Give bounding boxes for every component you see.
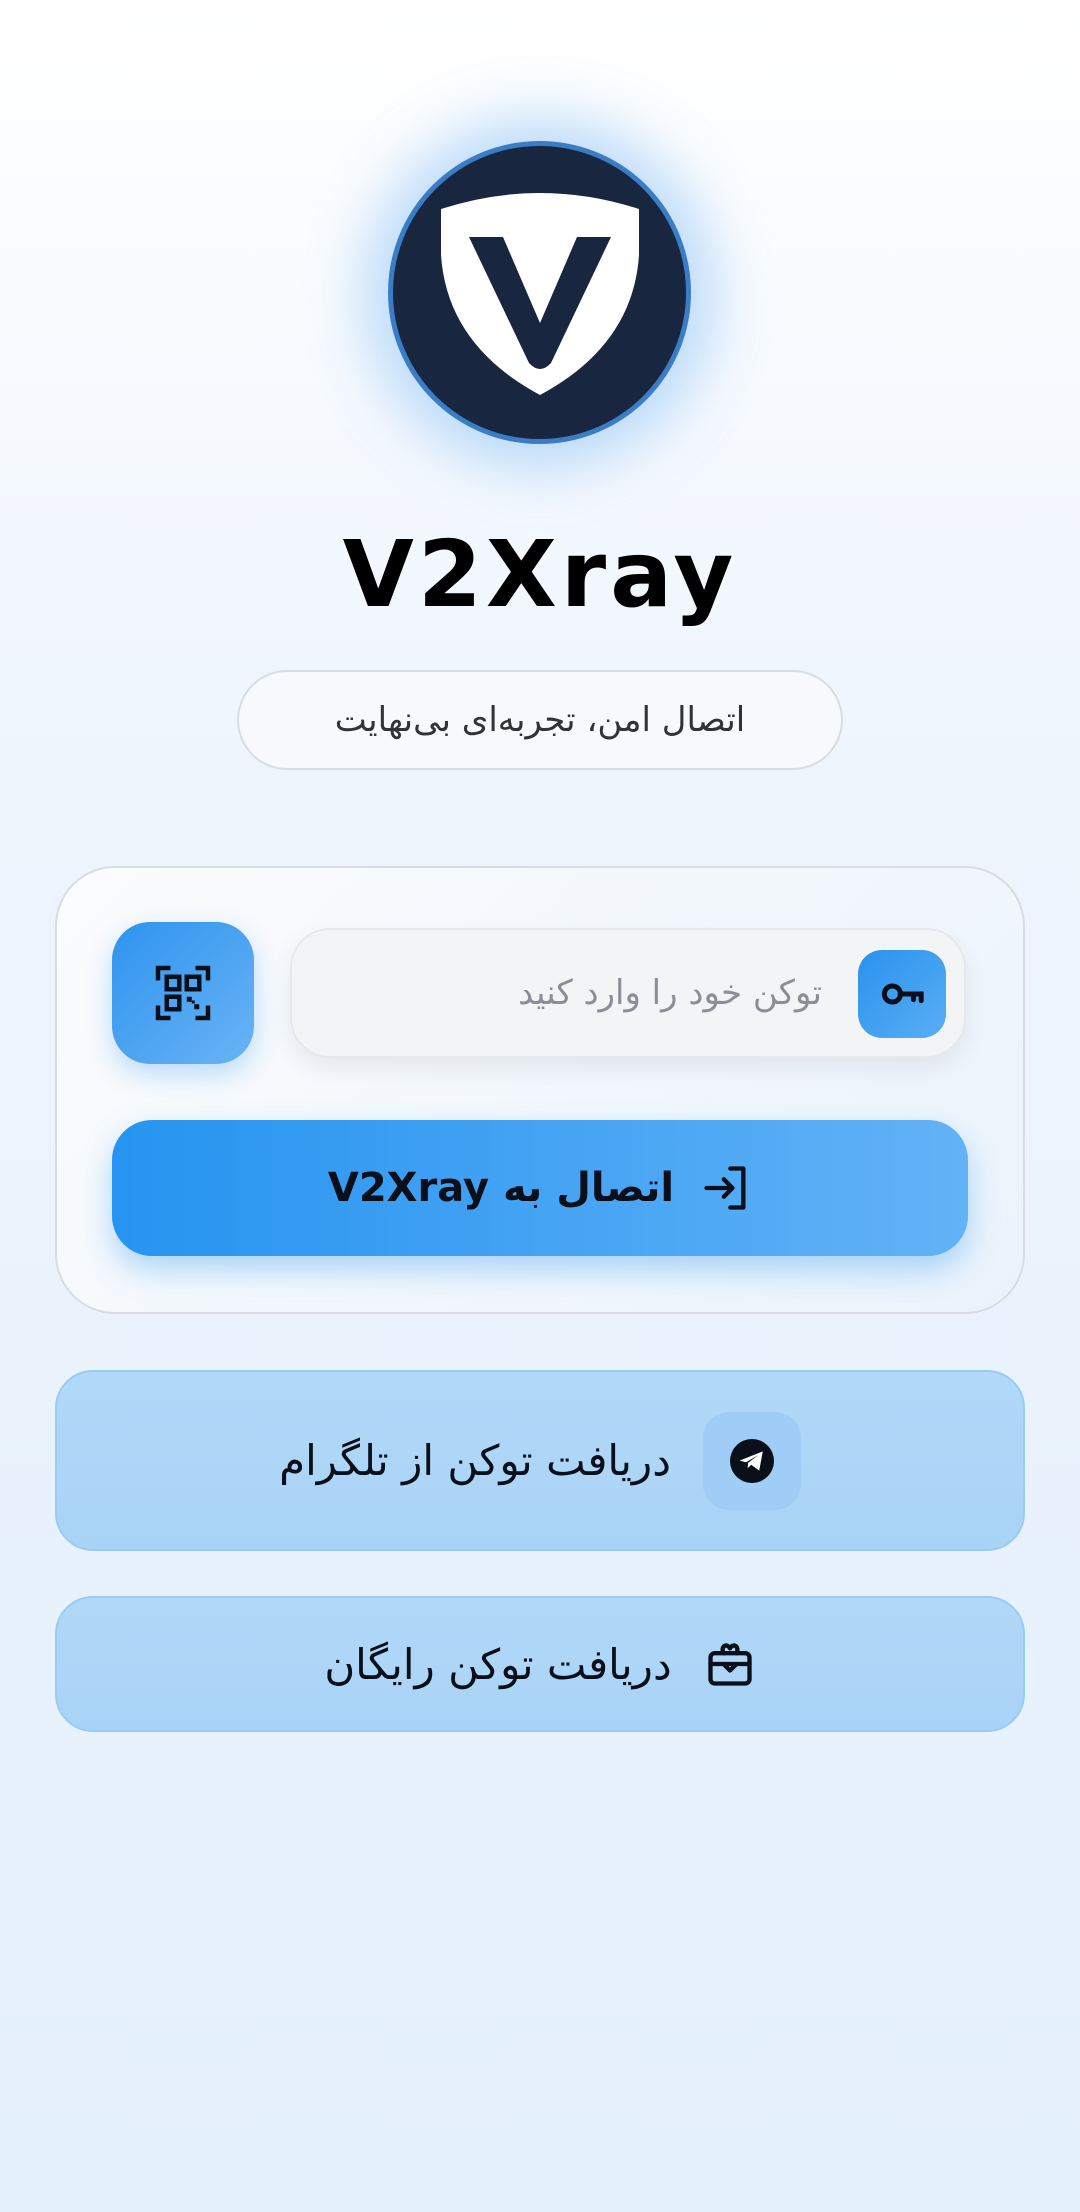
app-tagline: اتصال امن، تجربه‌ای بی‌نهایت — [237, 670, 843, 770]
login-arrow-icon — [704, 1166, 746, 1210]
connect-button[interactable]: اتصال به V2Xray — [112, 1120, 968, 1256]
key-badge — [858, 950, 946, 1038]
telegram-button-label: دریافت توکن از تلگرام — [279, 1436, 671, 1485]
connect-button-label: اتصال به V2Xray — [327, 1165, 675, 1211]
qr-scan-button[interactable] — [112, 922, 254, 1064]
telegram-icon — [729, 1438, 774, 1483]
app-title: V2Xray — [342, 521, 738, 628]
token-field — [290, 928, 966, 1058]
app-logo — [388, 141, 691, 444]
free-token-button-label: دریافت توکن رایگان — [324, 1639, 672, 1689]
key-icon — [881, 983, 924, 1005]
gift-icon — [707, 1643, 752, 1686]
telegram-icon-badge — [702, 1411, 801, 1510]
get-free-token-button[interactable]: دریافت توکن رایگان — [55, 1596, 1025, 1732]
token-input[interactable] — [322, 930, 822, 1056]
qr-code-scan-icon — [155, 965, 211, 1021]
get-token-telegram-button[interactable]: دریافت توکن از تلگرام — [55, 1370, 1025, 1551]
shield-v-logo-icon — [440, 192, 639, 395]
tagline-text: اتصال امن، تجربه‌ای بی‌نهایت — [334, 700, 746, 740]
